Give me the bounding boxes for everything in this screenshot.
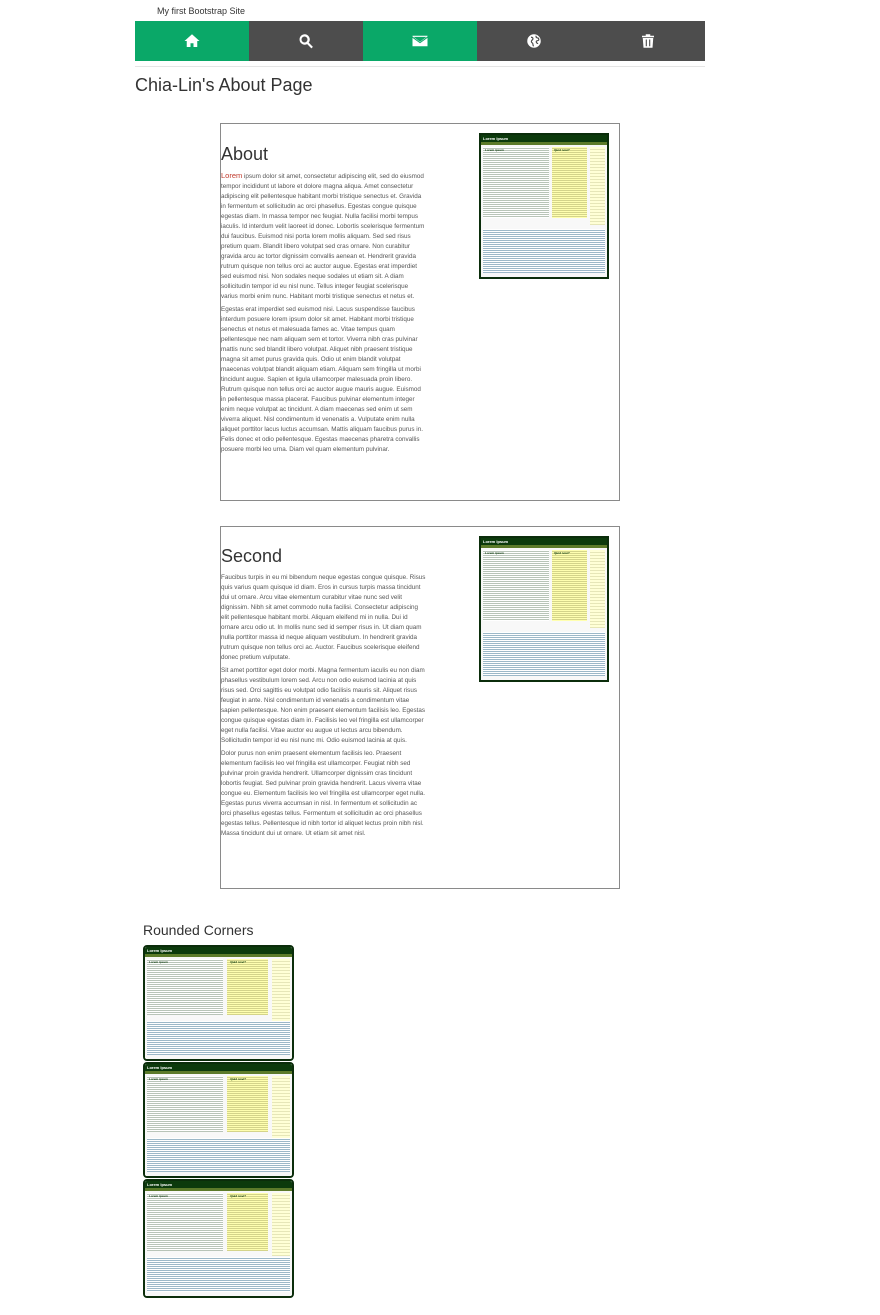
second-card: Second Faucibus turpis in eu mi bibendum… <box>220 526 620 889</box>
nav-divider <box>135 66 705 67</box>
second-thumbnail: Lorem Ipsum Lorem ipsum Quid novi? <box>479 536 609 682</box>
thumbnail-site-title: Lorem Ipsum <box>483 136 509 141</box>
second-heading: Second <box>221 546 283 566</box>
nav-home-button[interactable] <box>135 21 249 61</box>
thumbnail-col2-label: Quid novi? <box>230 960 246 964</box>
thumbnail-col1-label: Lorem ipsum <box>149 960 168 964</box>
thumbnail-site-title: Lorem Ipsum <box>147 948 173 953</box>
thumbnail-col2-label: Quid novi? <box>554 551 570 555</box>
thumbnail-col1-label: Lorem ipsum <box>485 148 504 152</box>
page-title: Chia-Lin's About Page <box>135 75 313 95</box>
nav-mail-button[interactable] <box>363 21 477 61</box>
thumbnail-site-title: Lorem Ipsum <box>147 1182 173 1187</box>
rounded-thumbnail: Lorem Ipsum Lorem ipsum Quid novi? <box>143 945 294 1061</box>
about-paragraph-1: Lorem ipsum dolor sit amet, consectetur … <box>221 171 426 302</box>
search-icon <box>299 34 313 49</box>
rounded-thumbnail: Lorem Ipsum Lorem ipsum Quid novi? <box>143 1179 294 1298</box>
thumbnail-col2-label: Quid novi? <box>230 1077 246 1081</box>
nav-search-button[interactable] <box>249 21 363 61</box>
second-paragraph-2: Sit amet porttitor eget dolor morbi. Mag… <box>221 667 426 744</box>
about-heading: About <box>221 144 269 164</box>
nav-trash-button[interactable] <box>591 21 705 61</box>
about-paragraph-1-text: ipsum dolor sit amet, consectetur adipis… <box>221 173 425 300</box>
thumbnail-col1-label: Lorem ipsum <box>485 551 504 555</box>
site-brand[interactable]: My first Bootstrap Site <box>157 6 245 16</box>
thumbnail-site-title: Lorem Ipsum <box>483 539 509 544</box>
thumbnail-col1-label: Lorem ipsum <box>149 1194 168 1198</box>
about-thumbnail: Lorem Ipsum Lorem ipsum Quid novi? <box>479 133 609 279</box>
second-body: Faucibus turpis in eu mi bibendum neque … <box>221 573 426 842</box>
thumbnail-col2-label: Quid novi? <box>554 148 570 152</box>
nav-globe-button[interactable] <box>477 21 591 61</box>
thumbnail-col1-label: Lorem ipsum <box>149 1077 168 1081</box>
trash-icon <box>642 34 654 48</box>
thumbnail-col2-label: Quid novi? <box>230 1194 246 1198</box>
about-body: Lorem ipsum dolor sit amet, consectetur … <box>221 171 426 458</box>
about-lead-word: Lorem <box>221 171 243 180</box>
second-paragraph-3: Dolor purus non enim praesent elementum … <box>221 750 426 837</box>
globe-icon <box>527 34 541 48</box>
second-paragraph-1: Faucibus turpis in eu mi bibendum neque … <box>221 574 426 661</box>
main-navbar <box>135 21 705 61</box>
thumbnail-site-title: Lorem Ipsum <box>147 1065 173 1070</box>
rounded-thumbnail: Lorem Ipsum Lorem ipsum Quid novi? <box>143 1062 294 1178</box>
about-card: About Lorem ipsum dolor sit amet, consec… <box>220 123 620 501</box>
envelope-icon <box>412 35 428 47</box>
home-icon <box>184 34 200 47</box>
about-paragraph-2: Egestas erat imperdiet sed euismod nisi.… <box>221 306 423 453</box>
rounded-corners-title: Rounded Corners <box>143 922 254 938</box>
